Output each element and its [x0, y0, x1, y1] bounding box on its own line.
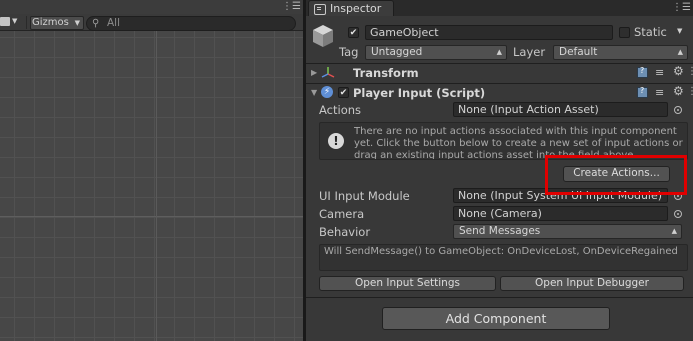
actions-object-field[interactable]: None (Input Action Asset) [453, 102, 668, 117]
static-checkbox[interactable] [619, 27, 630, 38]
open-input-debugger-button[interactable]: Open Input Debugger [500, 276, 684, 291]
inspector-panel: Inspector ⋮☰ ✔ GameObject Static ▼ Tag U… [306, 0, 693, 341]
tab-inspector-label: Inspector [330, 2, 382, 15]
player-input-gear-icon[interactable]: ⚙ [673, 85, 684, 97]
layer-dropdown-arrow-icon: ▲ [677, 48, 683, 56]
gizmos-chevron-icon: ▼ [74, 19, 80, 27]
create-actions-highlight-box [545, 155, 687, 195]
player-input-title[interactable]: Player Input (Script) [353, 86, 485, 100]
actions-picker-icon[interactable] [674, 106, 682, 114]
player-input-presets-icon[interactable]: ≡ [655, 87, 664, 98]
inspector-tab-bar: Inspector ⋮☰ [306, 0, 693, 16]
gameobject-cube-icon [313, 25, 333, 47]
layer-label: Layer [513, 45, 546, 59]
tag-value: Untagged [371, 46, 423, 58]
component-separator [306, 297, 693, 298]
scene-tab-bar: ⋮☰ [0, 0, 303, 14]
inspector-icon [314, 4, 326, 15]
layer-value: Default [559, 46, 598, 58]
camera-object-field[interactable]: None (Camera) [453, 206, 668, 221]
gameobject-name-value: GameObject [370, 26, 439, 39]
scene-grid-axis-vertical [156, 31, 157, 341]
actions-label: Actions [319, 103, 362, 117]
add-component-label: Add Component [445, 311, 547, 326]
transform-gear-icon[interactable]: ⚙ [673, 65, 684, 77]
gameobject-name-field[interactable]: GameObject [365, 25, 613, 40]
behavior-label: Behavior [319, 225, 371, 239]
player-input-menu-icon[interactable]: ⋮ [687, 87, 693, 97]
toolbar-separator [26, 16, 27, 29]
transform-menu-icon[interactable]: ⋮ [687, 67, 693, 77]
static-label: Static [634, 25, 667, 39]
camera-picker-icon[interactable] [674, 210, 682, 218]
scene-search-placeholder: All [107, 17, 121, 29]
add-component-button[interactable]: Add Component [382, 307, 610, 330]
player-input-enabled-checkbox[interactable]: ✔ [338, 87, 349, 98]
component-separator [306, 83, 693, 84]
open-input-settings-label: Open Input Settings [355, 277, 460, 289]
player-input-foldout-arrow-icon[interactable]: ▼ [311, 88, 317, 97]
player-input-help-icon[interactable] [637, 86, 648, 98]
camera-value: None (Camera) [458, 207, 542, 220]
tag-dropdown-arrow-icon: ▲ [496, 48, 502, 56]
behavior-value: Send Messages [459, 225, 541, 237]
transform-title[interactable]: Transform [353, 66, 419, 80]
send-messages-info-box: Will SendMessage() to GameObject: OnDevi… [319, 244, 688, 271]
search-icon: ⚲ [92, 18, 100, 29]
component-separator [306, 63, 693, 64]
transform-axes-icon [321, 67, 335, 78]
gizmos-dropdown[interactable]: Gizmos ▼ [30, 16, 84, 30]
camera-dropdown-chevron-icon[interactable]: ▼ [12, 17, 17, 25]
gameobject-active-checkbox[interactable]: ✔ [348, 27, 359, 38]
ui-input-module-label: UI Input Module [319, 189, 410, 203]
camera-label: Camera [319, 207, 365, 221]
scene-grid-axis-horizontal [0, 216, 303, 217]
script-lightning-icon: ⚡ [321, 86, 333, 98]
actions-value: None (Input Action Asset) [458, 103, 599, 116]
inspector-panel-menu-icon[interactable]: ⋮☰ [672, 3, 691, 13]
behavior-dropdown[interactable]: Send Messages ▲ [453, 224, 682, 239]
scene-search-input[interactable]: ⚲ All [86, 16, 296, 31]
transform-foldout-arrow-icon[interactable]: ▶ [311, 68, 317, 77]
open-input-settings-button[interactable]: Open Input Settings [319, 276, 496, 291]
info-icon: ! [328, 133, 344, 149]
scene-grid[interactable] [0, 31, 303, 341]
tab-inspector[interactable]: Inspector [308, 0, 394, 16]
camera-icon[interactable] [0, 17, 10, 26]
open-input-debugger-label: Open Input Debugger [535, 277, 649, 289]
behavior-dropdown-arrow-icon: ▲ [671, 227, 677, 235]
send-messages-info-text: Will SendMessage() to GameObject: OnDevi… [324, 246, 678, 257]
transform-presets-icon[interactable]: ≡ [655, 67, 664, 78]
tag-dropdown[interactable]: Untagged ▲ [365, 45, 507, 60]
scene-panel-menu-icon[interactable]: ⋮☰ [282, 2, 301, 12]
layer-dropdown[interactable]: Default ▲ [553, 45, 688, 60]
scene-view-panel: ⋮☰ ▼ Gizmos ▼ ⚲ All [0, 0, 303, 341]
gizmos-label: Gizmos [32, 17, 69, 28]
transform-help-icon[interactable] [637, 66, 648, 78]
tag-label: Tag [339, 45, 359, 59]
static-dropdown-chevron-icon[interactable]: ▼ [677, 27, 682, 35]
